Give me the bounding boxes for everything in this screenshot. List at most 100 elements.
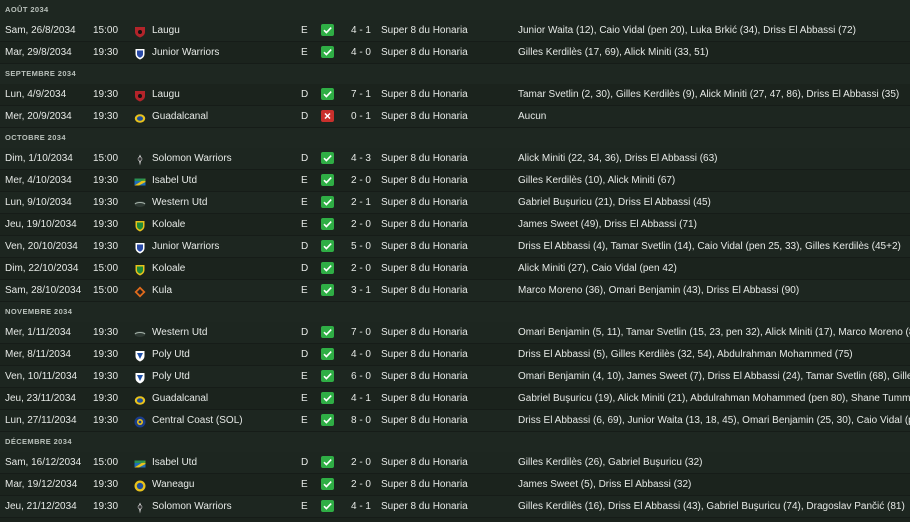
match-row[interactable]: Sam, 26/8/2034 15:00 Laugu E 4 - 1 Super… — [0, 20, 910, 42]
opponent-link[interactable]: Koloale — [152, 258, 292, 279]
opponent-link[interactable]: Junior Warriors — [152, 236, 292, 257]
competition-link[interactable]: Super 8 du Honaria — [381, 20, 511, 41]
match-score[interactable]: 4 - 0 — [346, 42, 376, 63]
win-icon — [321, 152, 334, 164]
poly-utd-crest-icon — [134, 349, 146, 362]
match-score[interactable]: 8 - 0 — [346, 410, 376, 431]
match-score[interactable]: 5 - 0 — [346, 236, 376, 257]
match-row[interactable]: Jeu, 21/12/2034 19:30 Solomon Warriors E… — [0, 496, 910, 518]
match-row[interactable]: Mer, 8/11/2034 19:30 Poly Utd D 4 - 0 Su… — [0, 344, 910, 366]
goal-scorers: Driss El Abbassi (5), Gilles Kerdilès (3… — [518, 349, 853, 360]
competition-link[interactable]: Super 8 du Honaria — [381, 148, 511, 169]
match-row[interactable]: Mer, 20/9/2034 19:30 Guadalcanal D 0 - 1… — [0, 106, 910, 128]
venue: E — [301, 25, 308, 36]
opponent-link[interactable]: Waneagu — [152, 474, 292, 495]
competition-link[interactable]: Super 8 du Honaria — [381, 518, 511, 522]
match-score[interactable]: 2 - 0 — [346, 518, 376, 522]
competition-link[interactable]: Super 8 du Honaria — [381, 322, 511, 343]
competition-link[interactable]: Super 8 du Honaria — [381, 474, 511, 495]
competition-link[interactable]: Super 8 du Honaria — [381, 106, 511, 127]
loss-icon — [321, 110, 334, 122]
venue: D — [301, 518, 313, 522]
match-row[interactable]: Lun, 4/9/2034 19:30 Laugu D 7 - 1 Super … — [0, 84, 910, 106]
match-time: 19:30 — [93, 47, 119, 58]
competition-link[interactable]: Super 8 du Honaria — [381, 214, 511, 235]
match-row[interactable]: Mer, 4/10/2034 19:30 Isabel Utd E 2 - 0 … — [0, 170, 910, 192]
match-score[interactable]: 2 - 1 — [346, 192, 376, 213]
opponent-link[interactable]: Guadalcanal — [152, 106, 292, 127]
opponent-link[interactable]: Guadalcanal — [152, 388, 292, 409]
opponent-link[interactable]: Western Utd — [152, 322, 292, 343]
match-time: 15:00 — [93, 285, 119, 296]
opponent-link[interactable]: Koloale — [152, 214, 292, 235]
match-score[interactable]: 2 - 0 — [346, 258, 376, 279]
isabel-utd-crest-icon — [134, 175, 146, 187]
match-score[interactable]: 2 - 0 — [346, 214, 376, 235]
opponent-link[interactable]: Isabel Utd — [152, 170, 292, 191]
guadalcanal-crest-icon — [134, 393, 146, 405]
competition-link[interactable]: Super 8 du Honaria — [381, 366, 511, 387]
match-row[interactable]: Jeu, 23/11/2034 19:30 Guadalcanal E 4 - … — [0, 388, 910, 410]
opponent-link[interactable]: Poly Utd — [152, 344, 292, 365]
opponent-link[interactable]: Junior Warriors — [152, 42, 292, 63]
match-row[interactable]: Mer, 1/11/2034 19:30 Western Utd D 7 - 0… — [0, 322, 910, 344]
venue: D — [301, 349, 309, 360]
match-row[interactable]: Mar, 29/8/2034 19:30 Junior Warriors E 4… — [0, 42, 910, 64]
match-time: 19:30 — [93, 175, 119, 186]
competition-link[interactable]: Super 8 du Honaria — [381, 410, 511, 431]
competition-link[interactable]: Super 8 du Honaria — [381, 84, 511, 105]
match-row[interactable]: Dim, 22/10/2034 15:00 Koloale D 2 - 0 Su… — [0, 258, 910, 280]
competition-link[interactable]: Super 8 du Honaria — [381, 236, 511, 257]
match-score[interactable]: 2 - 0 — [346, 474, 376, 495]
competition-link[interactable]: Super 8 du Honaria — [381, 388, 511, 409]
competition-link[interactable]: Super 8 du Honaria — [381, 496, 511, 517]
match-score[interactable]: 4 - 1 — [346, 388, 376, 409]
competition-link[interactable]: Super 8 du Honaria — [381, 192, 511, 213]
match-time: 19:30 — [93, 89, 119, 100]
match-score[interactable]: 2 - 0 — [346, 170, 376, 191]
competition-link[interactable]: Super 8 du Honaria — [381, 170, 511, 191]
match-date: Ven, 10/11/2034 — [5, 371, 78, 382]
opponent-link[interactable]: Central Coast (SOL) — [152, 410, 292, 431]
opponent-link[interactable]: Kula — [152, 280, 292, 301]
match-score[interactable]: 3 - 1 — [346, 280, 376, 301]
venue: E — [301, 501, 308, 512]
competition-link[interactable]: Super 8 du Honaria — [381, 452, 511, 473]
competition-link[interactable]: Super 8 du Honaria — [381, 258, 511, 279]
match-row[interactable]: Lun, 9/10/2034 19:30 Western Utd E 2 - 1… — [0, 192, 910, 214]
match-score[interactable]: 0 - 1 — [346, 106, 376, 127]
match-row[interactable]: Mar, 19/12/2034 19:30 Waneagu E 2 - 0 Su… — [0, 474, 910, 496]
match-score[interactable]: 4 - 1 — [346, 496, 376, 517]
opponent-link[interactable]: Western Utd — [152, 192, 292, 213]
match-time: 19:30 — [93, 479, 119, 490]
venue: D — [301, 111, 309, 122]
competition-link[interactable]: Super 8 du Honaria — [381, 42, 511, 63]
match-row[interactable]: Ven, 10/11/2034 19:30 Poly Utd E 6 - 0 S… — [0, 366, 910, 388]
match-row[interactable]: Sam, 28/10/2034 15:00 Kula E 3 - 1 Super… — [0, 280, 910, 302]
match-score[interactable]: 6 - 0 — [346, 366, 376, 387]
match-row[interactable]: Dim, 1/10/2034 15:00 Solomon Warriors D … — [0, 148, 910, 170]
match-row[interactable]: Mar, 26/12/2034 19:30 Real Burns D 2 - 0… — [0, 518, 910, 522]
opponent-link[interactable]: Solomon Warriors — [152, 496, 292, 517]
opponent-link[interactable]: Isabel Utd — [152, 452, 292, 473]
opponent-link[interactable]: Solomon Warriors — [152, 148, 292, 169]
opponent-link[interactable]: Laugu — [152, 84, 292, 105]
match-score[interactable]: 2 - 0 — [346, 452, 376, 473]
competition-link[interactable]: Super 8 du Honaria — [381, 280, 511, 301]
goal-scorers: Driss El Abbassi (4), Tamar Svetlin (14)… — [518, 241, 901, 252]
opponent-link[interactable]: Laugu — [152, 20, 292, 41]
match-row[interactable]: Lun, 27/11/2034 19:30 Central Coast (SOL… — [0, 410, 910, 432]
match-row[interactable]: Jeu, 19/10/2034 19:30 Koloale E 2 - 0 Su… — [0, 214, 910, 236]
match-score[interactable]: 7 - 0 — [346, 322, 376, 343]
match-score[interactable]: 7 - 1 — [346, 84, 376, 105]
match-score[interactable]: 4 - 1 — [346, 20, 376, 41]
goal-scorers: Gilles Kerdilès (10), Alick Miniti (67) — [518, 175, 676, 186]
opponent-link[interactable]: Real Burns — [152, 518, 292, 522]
competition-link[interactable]: Super 8 du Honaria — [381, 344, 511, 365]
match-row[interactable]: Sam, 16/12/2034 15:00 Isabel Utd D 2 - 0… — [0, 452, 910, 474]
match-row[interactable]: Ven, 20/10/2034 19:30 Junior Warriors D … — [0, 236, 910, 258]
match-score[interactable]: 4 - 0 — [346, 344, 376, 365]
opponent-link[interactable]: Poly Utd — [152, 366, 292, 387]
match-date: Sam, 26/8/2034 — [5, 25, 76, 36]
match-score[interactable]: 4 - 3 — [346, 148, 376, 169]
